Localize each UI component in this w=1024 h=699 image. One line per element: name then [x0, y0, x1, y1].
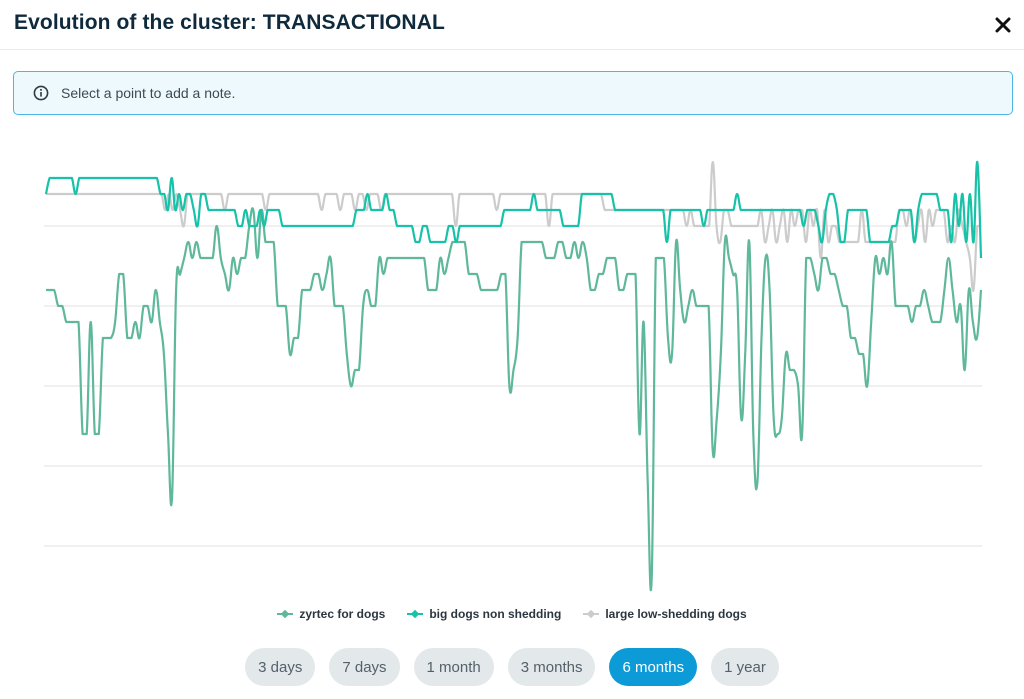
series-line-zyrtec-for-dogs[interactable] [45, 207, 983, 592]
range-button-3-days[interactable]: 3 days [245, 648, 316, 686]
legend-label: large low-shedding dogs [605, 607, 747, 621]
gridlines [44, 225, 982, 547]
info-icon [33, 85, 49, 101]
info-banner: Select a point to add a note. [13, 71, 1013, 115]
chart-legend: zyrtec for dogs big dogs non shedding larg… [0, 604, 1024, 624]
range-button-6-months[interactable]: 6 months [609, 648, 698, 686]
legend-label: zyrtec for dogs [299, 607, 386, 621]
range-button-3-months[interactable]: 3 months [507, 648, 596, 686]
range-button-1-month[interactable]: 1 month [413, 648, 494, 686]
info-text: Select a point to add a note. [61, 85, 236, 101]
evolution-chart [44, 160, 983, 592]
legend-marker-icon [277, 609, 294, 619]
legend-marker-icon [407, 609, 424, 619]
modal-title: Evolution of the cluster: TRANSACTIONAL [14, 11, 445, 34]
legend-item-1[interactable]: big dogs non shedding [407, 604, 561, 624]
legend-item-2[interactable]: large low-shedding dogs [583, 604, 747, 624]
legend-label: big dogs non shedding [429, 607, 562, 621]
modal-header: Evolution of the cluster: TRANSACTIONAL [0, 0, 1024, 50]
range-button-1-year[interactable]: 1 year [711, 648, 779, 686]
close-button[interactable] [990, 12, 1016, 38]
range-button-7-days[interactable]: 7 days [329, 648, 400, 686]
close-icon [995, 17, 1011, 33]
time-range-selector: 3 days 7 days 1 month 3 months 6 months 1 yea… [0, 648, 1024, 688]
legend-item-0[interactable]: zyrtec for dogs [277, 604, 385, 624]
legend-marker-icon [583, 609, 600, 619]
